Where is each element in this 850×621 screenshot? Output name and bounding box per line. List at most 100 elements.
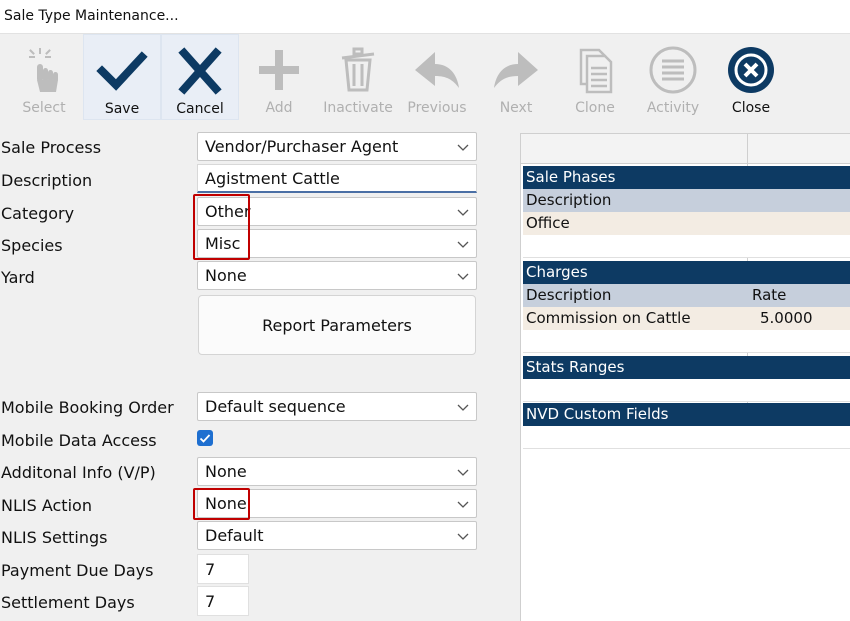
yard-dropdown[interactable]: None <box>197 261 477 290</box>
payment-due-days-input[interactable]: 7 <box>197 554 249 584</box>
settlement-days-label: Settlement Days <box>1 593 135 612</box>
select-label: Select <box>22 100 66 116</box>
add-button[interactable]: Add <box>240 34 318 120</box>
sale-phases-column-header: Description <box>523 189 850 212</box>
details-grid: Sale Phases Description Office Charges D… <box>520 133 850 621</box>
charges-title: Charges <box>526 263 588 281</box>
stats-ranges-section-header: Stats Ranges <box>523 356 850 379</box>
additional-info-dropdown[interactable]: None <box>197 457 477 486</box>
description-value: Agistment Cattle <box>205 169 340 188</box>
save-button[interactable]: Save <box>83 34 161 120</box>
charges-section-header: Charges <box>523 261 850 284</box>
category-label: Category <box>1 204 75 223</box>
table-row-empty[interactable] <box>523 235 850 258</box>
close-label: Close <box>731 100 771 116</box>
grid-header <box>521 134 850 164</box>
description-label: Description <box>1 171 93 190</box>
select-button[interactable]: Select <box>5 34 83 120</box>
sale-phase-office: Office <box>526 214 570 232</box>
previous-label: Previous <box>407 100 467 116</box>
yard-label: Yard <box>1 268 35 287</box>
sale-process-label: Sale Process <box>1 138 102 157</box>
inactivate-button[interactable]: Inactivate <box>319 34 397 120</box>
plus-icon <box>259 50 299 90</box>
trash-icon <box>341 47 375 92</box>
highlight-nlis-action <box>193 488 250 520</box>
close-circle-icon <box>728 47 774 93</box>
nvd-custom-fields-section-header: NVD Custom Fields <box>523 403 850 426</box>
arrow-left-icon <box>415 52 459 88</box>
activity-label: Activity <box>646 100 700 116</box>
sale-process-dropdown[interactable]: Vendor/Purchaser Agent <box>197 132 477 161</box>
arrow-right-icon <box>494 52 538 88</box>
nlis-settings-label: NLIS Settings <box>1 528 108 547</box>
additional-info-value: None <box>205 462 247 481</box>
settlement-days-value: 7 <box>205 592 216 611</box>
chevron-down-icon <box>457 241 469 248</box>
clone-label: Clone <box>575 100 615 116</box>
mobile-booking-order-dropdown[interactable]: Default sequence <box>197 392 477 421</box>
table-row-empty[interactable] <box>523 330 850 353</box>
payment-due-days-value: 7 <box>205 560 216 579</box>
mobile-data-access-checkbox[interactable] <box>197 430 213 446</box>
previous-button[interactable]: Previous <box>398 34 476 120</box>
yard-value: None <box>205 266 247 285</box>
close-button[interactable]: Close <box>712 34 790 120</box>
window-title: Sale Type Maintenance... <box>4 8 179 24</box>
charges-rate-header: Rate <box>752 286 787 304</box>
stats-ranges-title: Stats Ranges <box>526 358 625 376</box>
checkmark-icon <box>199 434 211 443</box>
copy-documents-icon <box>579 48 613 94</box>
chevron-down-icon <box>457 533 469 540</box>
charges-column-header: Description Rate <box>523 284 850 307</box>
mobile-booking-order-value: Default sequence <box>205 397 346 416</box>
nlis-settings-dropdown[interactable]: Default <box>197 521 477 550</box>
mobile-booking-order-label: Mobile Booking Order <box>1 398 174 417</box>
chevron-down-icon <box>457 501 469 508</box>
sale-process-value: Vendor/Purchaser Agent <box>205 137 399 156</box>
description-input[interactable]: Agistment Cattle <box>197 164 477 193</box>
list-circle-icon <box>649 46 697 94</box>
save-label: Save <box>104 101 140 117</box>
table-row[interactable]: Office <box>523 212 850 235</box>
checkmark-icon <box>96 51 148 91</box>
table-row[interactable]: Commission on Cattle 5.0000 <box>523 307 850 330</box>
nvd-custom-fields-title: NVD Custom Fields <box>526 405 669 423</box>
report-parameters-label: Report Parameters <box>262 316 412 335</box>
charge-rate: 5.0000 <box>760 309 813 327</box>
add-label: Add <box>265 100 293 116</box>
table-row-empty[interactable] <box>523 379 850 402</box>
payment-due-days-label: Payment Due Days <box>1 561 154 580</box>
chevron-down-icon <box>457 209 469 216</box>
mobile-data-access-label: Mobile Data Access <box>1 431 157 450</box>
sale-phases-title: Sale Phases <box>526 168 616 186</box>
nlis-action-label: NLIS Action <box>1 496 92 515</box>
chevron-down-icon <box>457 404 469 411</box>
nlis-settings-value: Default <box>205 526 264 545</box>
hand-pointer-icon <box>29 48 58 92</box>
next-button[interactable]: Next <box>477 34 555 120</box>
next-label: Next <box>499 100 533 116</box>
table-row-empty[interactable] <box>523 426 850 449</box>
clone-button[interactable]: Clone <box>556 34 634 120</box>
sale-type-maintenance-window: Sale Type Maintenance... Select Save Can… <box>0 0 850 621</box>
title-bar: Sale Type Maintenance... <box>0 0 850 34</box>
sale-phases-section-header: Sale Phases <box>523 166 850 189</box>
report-parameters-button[interactable]: Report Parameters <box>198 295 476 355</box>
charge-description: Commission on Cattle <box>526 309 691 327</box>
settlement-days-input[interactable]: 7 <box>197 586 249 616</box>
chevron-down-icon <box>457 469 469 476</box>
x-icon <box>178 47 222 95</box>
charges-description-header: Description <box>526 286 612 304</box>
cancel-label: Cancel <box>176 101 224 117</box>
sale-phases-description-header: Description <box>526 191 612 209</box>
species-label: Species <box>1 236 63 255</box>
additional-info-label: Additonal Info (V/P) <box>1 463 156 482</box>
activity-button[interactable]: Activity <box>634 34 712 120</box>
highlight-category-species <box>193 194 250 260</box>
inactivate-label: Inactivate <box>323 100 393 116</box>
toolbar: Select Save Cancel Add Inactivate Previo… <box>0 34 850 122</box>
chevron-down-icon <box>457 144 469 151</box>
chevron-down-icon <box>457 273 469 280</box>
cancel-button[interactable]: Cancel <box>161 34 239 120</box>
